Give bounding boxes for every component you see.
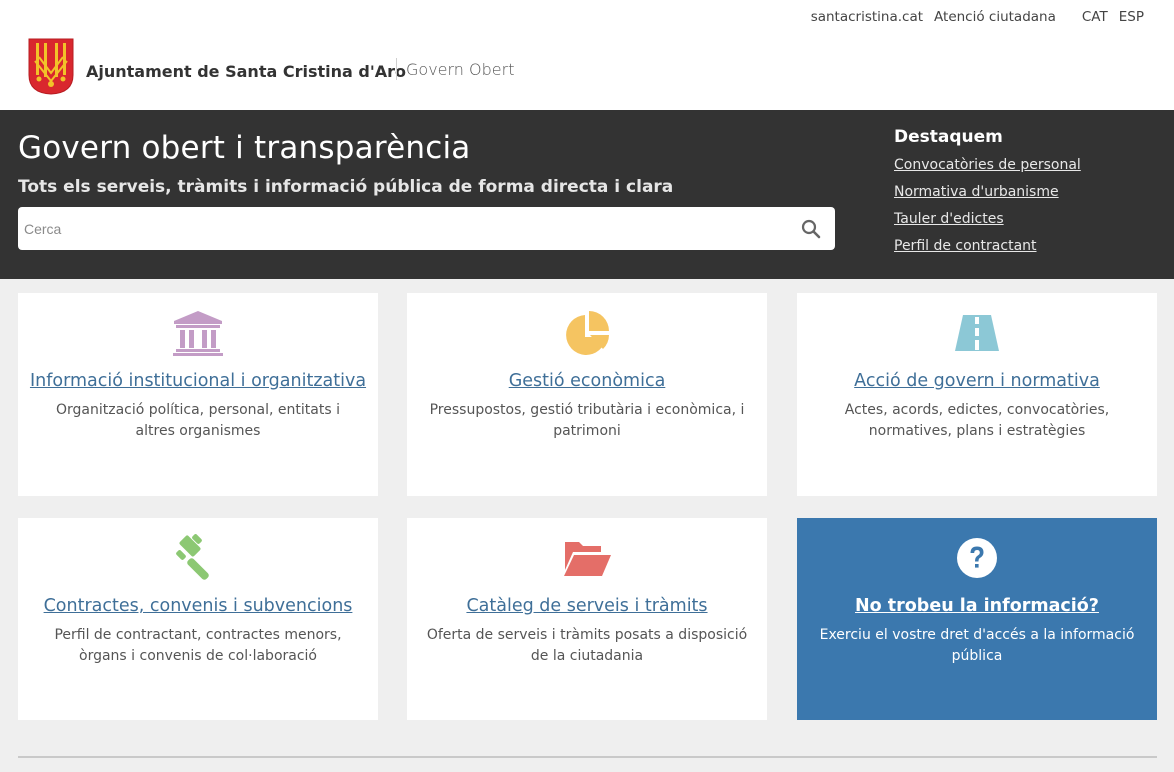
- question-circle-icon: [957, 538, 997, 578]
- card-description: Organització política, personal, entitat…: [56, 402, 340, 439]
- card-title[interactable]: Gestió econòmica: [407, 371, 767, 391]
- card-title[interactable]: Contractes, convenis i subvencions: [18, 596, 378, 616]
- card-cataleg-serveis[interactable]: Catàleg de serveis i tràmits Oferta de s…: [407, 518, 767, 720]
- hero-banner: Govern obert i transparència Tots els se…: [0, 110, 1174, 279]
- search-box: [18, 207, 835, 250]
- card-description: Actes, acords, edictes, convocatòries, n…: [844, 402, 1110, 439]
- card-no-trobeu[interactable]: No trobeu la informació? Exerciu el vost…: [797, 518, 1157, 720]
- card-description: Pressupostos, gestió tributària i econòm…: [429, 402, 745, 439]
- search-icon[interactable]: [801, 219, 821, 239]
- search-input[interactable]: [18, 207, 778, 250]
- link-santacristina[interactable]: santacristina.cat: [811, 9, 923, 25]
- card-accio-govern[interactable]: Acció de govern i normativa Actes, acord…: [797, 293, 1157, 496]
- road-icon: [955, 315, 999, 351]
- icon-wrap: [797, 534, 1157, 582]
- brand-name[interactable]: Ajuntament de Santa Cristina d'Aro: [86, 62, 406, 81]
- icon-wrap: [407, 309, 767, 357]
- lang-cat[interactable]: CAT: [1082, 9, 1108, 25]
- card-contractes[interactable]: Contractes, convenis i subvencions Perfi…: [18, 518, 378, 720]
- lang-esp[interactable]: ESP: [1119, 9, 1144, 25]
- highlight-link-normativa[interactable]: Normativa d'urbanisme: [894, 183, 1081, 201]
- card-title[interactable]: No trobeu la informació?: [797, 596, 1157, 616]
- icon-wrap: [407, 534, 767, 582]
- highlight-link-tauler[interactable]: Tauler d'edictes: [894, 210, 1081, 228]
- card-description: Exerciu el vostre dret d'accés a la info…: [819, 627, 1135, 664]
- brand-divider: [396, 58, 397, 80]
- card-description: Oferta de serveis i tràmits posats a dis…: [426, 627, 748, 664]
- highlight-link-convocatories[interactable]: Convocatòries de personal: [894, 156, 1081, 174]
- site-header: santacristina.cat Atenció ciutadana CAT …: [0, 0, 1174, 110]
- top-links: santacristina.cat Atenció ciutadana CAT …: [800, 9, 1144, 25]
- highlight-link-perfil[interactable]: Perfil de contractant: [894, 237, 1081, 255]
- card-gestio-economica[interactable]: Gestió econòmica Pressupostos, gestió tr…: [407, 293, 767, 496]
- highlights-title: Destaquem: [894, 127, 1003, 147]
- highlights-panel: Destaquem Convocatòries de personal Norm…: [894, 127, 1081, 264]
- municipal-crest-icon[interactable]: [27, 37, 75, 96]
- page-subtitle: Tots els serveis, tràmits i informació p…: [18, 177, 674, 197]
- icon-wrap: [797, 309, 1157, 357]
- gavel-icon: [176, 534, 209, 580]
- page-title: Govern obert i transparència: [18, 130, 471, 166]
- link-atencio-ciutadana[interactable]: Atenció ciutadana: [934, 9, 1056, 25]
- footer-divider: [18, 756, 1157, 758]
- folder-open-icon: [564, 542, 611, 576]
- icon-wrap: [18, 309, 378, 357]
- institution-icon: [173, 311, 223, 356]
- pie-chart-icon: [566, 311, 609, 355]
- card-title[interactable]: Acció de govern i normativa: [797, 371, 1157, 391]
- card-informacio-institucional[interactable]: Informació institucional i organitzativa…: [18, 293, 378, 496]
- card-title[interactable]: Catàleg de serveis i tràmits: [407, 596, 767, 616]
- section-name[interactable]: Govern Obert: [406, 60, 514, 79]
- card-description: Perfil de contractant, contractes menors…: [54, 627, 342, 664]
- icon-wrap: [18, 534, 378, 582]
- card-title[interactable]: Informació institucional i organitzativa: [18, 371, 378, 391]
